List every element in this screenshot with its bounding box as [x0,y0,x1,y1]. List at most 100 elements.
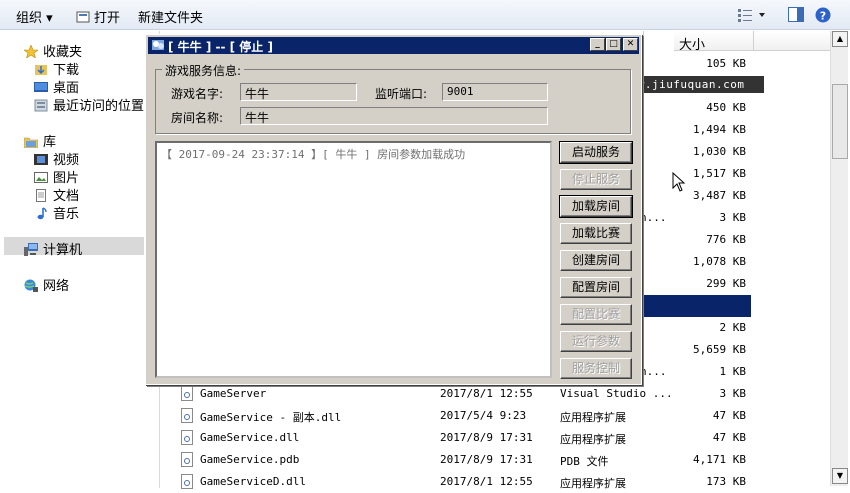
size-cell: 776 KB [706,233,746,246]
config-room-button[interactable]: 配置房间 [560,277,632,298]
app-icon [152,40,164,50]
game-service-dialog: [ 牛牛 ] -- [ 停止 ] _ □ ✕ 游戏服务信息: 游戏名字: 牛牛 … [145,34,642,385]
nav-pictures[interactable]: 图片 [34,167,79,186]
run-params-button[interactable]: 运行参数 [560,331,632,352]
file-icon [181,474,194,492]
nav-favorites[interactable]: 收藏夹 [23,41,82,60]
vertical-scrollbar[interactable]: ▲ ▼ [830,31,848,486]
load-room-button[interactable]: 加载房间 [559,195,633,218]
chevron-down-icon: ▾ [46,11,53,26]
cell-name: GameServiceD.dll [200,475,306,488]
maximize-button[interactable]: □ [606,38,621,51]
open-button[interactable]: 打开 [76,7,120,26]
service-info-label: 游戏服务信息: [162,62,245,79]
load-match-button[interactable]: 加载比赛 [560,223,632,244]
size-cell: 105 KB [706,57,746,70]
new-folder-button[interactable]: 新建文件夹 [138,7,203,26]
nav-downloads[interactable]: 下载 [34,59,79,78]
table-row[interactable]: GameService.pdb 2017/8/9 17:31 PDB 文件 4,171… [161,449,830,471]
scroll-down-button[interactable]: ▼ [832,468,848,484]
preview-pane-icon[interactable] [788,7,804,25]
selected-row-highlight [644,295,751,317]
column-header-size[interactable]: 大小 [674,31,754,53]
start-service-button[interactable]: 启动服务 [559,141,633,164]
size-cell: 1,030 KB [693,145,746,158]
cell-name: GameService.dll [200,431,300,444]
scroll-up-button[interactable]: ▲ [832,31,848,47]
help-icon[interactable]: ? [815,7,831,26]
config-match-button[interactable]: 配置比赛 [560,304,632,325]
stop-service-button[interactable]: 停止服务 [560,169,632,190]
nav-libraries[interactable]: 库 [23,131,56,150]
cell-type: 应用程序扩展 [560,411,626,424]
open-icon [76,11,90,23]
video-icon [34,153,48,166]
file-icon [181,452,194,470]
cell-size: 47 KB [712,431,746,444]
cell-type: 应用程序扩展 [560,433,626,446]
svg-text:?: ? [820,10,826,23]
cell-size: 47 KB [712,409,746,422]
desktop-icon [34,81,48,94]
size-cell: 2 KB [719,321,747,334]
computer-icon [24,243,38,256]
size-cell: 5,659 KB [693,343,746,356]
service-control-button[interactable]: 服务控制 [560,358,632,379]
cell-type: PDB 文件 [560,455,609,468]
nav-network[interactable]: 网络 [24,275,69,294]
cell-date: 2017/8/9 17:31 [440,453,533,466]
navigation-pane: 收藏夹 下载 桌面 最近访问的位置 库 视频 图片 文档 音乐 计算机 网络 [0,31,160,488]
recent-places-icon [34,99,48,112]
close-button[interactable]: ✕ [623,38,638,51]
dialog-title: [ 牛牛 ] -- [ 停止 ] [168,40,273,54]
scroll-thumb[interactable] [832,84,848,159]
game-name-label: 游戏名字: [171,87,224,101]
cell-size: 4,171 KB [693,453,746,466]
size-cell: 1,494 KB [693,123,746,136]
table-row[interactable]: GameServiceD.dll 2017/8/1 12:55 应用程序扩展 173 … [161,471,830,493]
library-icon [23,135,39,149]
music-icon [34,207,48,220]
nav-recent[interactable]: 最近访问的位置 [34,95,144,114]
document-icon [34,189,48,202]
create-room-button[interactable]: 创建房间 [560,250,632,271]
cell-type: 应用程序扩展 [560,477,626,490]
file-icon [181,386,194,404]
picture-icon [34,171,48,184]
room-name-field[interactable]: 牛牛 [240,107,548,125]
cell-date: 2017/8/9 17:31 [440,431,533,444]
minimize-button[interactable]: _ [590,38,605,51]
port-label: 监听端口: [375,87,428,101]
organize-button[interactable]: 组织 ▾ [16,7,53,26]
cell-name: GameService - 副本.dll [200,411,342,424]
table-row[interactable]: GameService.dll 2017/8/9 17:31 应用程序扩展 47 KB [161,427,830,449]
size-cell: 450 KB [706,101,746,114]
cell-size: 173 KB [706,475,746,488]
star-icon [23,44,39,59]
size-cell: 299 KB [706,277,746,290]
file-icon [181,408,194,426]
log-output[interactable]: 【 2017-09-24 23:37:14 】[ 牛牛 ] 房间参数加载成功 [155,141,552,378]
port-field[interactable]: 9001 [442,83,548,101]
cell-date: 2017/5/4 9:23 [440,409,527,422]
game-name-field[interactable]: 牛牛 [240,83,357,101]
cell-date: 2017/8/1 12:55 [440,387,533,400]
mouse-cursor-icon [672,172,686,192]
nav-documents[interactable]: 文档 [34,185,79,204]
table-row[interactable]: GameService - 副本.dll 2017/5/4 9:23 应用程序扩展 4… [161,405,830,427]
network-icon [24,279,38,292]
cell-size: 3 KB [719,387,747,400]
nav-videos[interactable]: 视频 [34,149,79,168]
cell-name: GameServer [200,387,267,400]
table-row[interactable]: GameServer 2017/8/1 12:55 Visual Studio ..… [161,383,830,405]
dialog-titlebar[interactable]: [ 牛牛 ] -- [ 停止 ] _ □ ✕ [148,37,639,54]
size-cell: 1,078 KB [693,255,746,268]
folder-download-icon [34,63,48,76]
nav-computer[interactable]: 计算机 [24,239,82,258]
nav-music[interactable]: 音乐 [34,203,79,222]
nav-desktop[interactable]: 桌面 [34,77,79,96]
view-options-icon[interactable] [738,8,766,25]
column-header-extra[interactable] [754,31,830,51]
cell-type: Visual Studio ... [560,387,673,400]
room-name-label: 房间名称: [171,111,224,125]
